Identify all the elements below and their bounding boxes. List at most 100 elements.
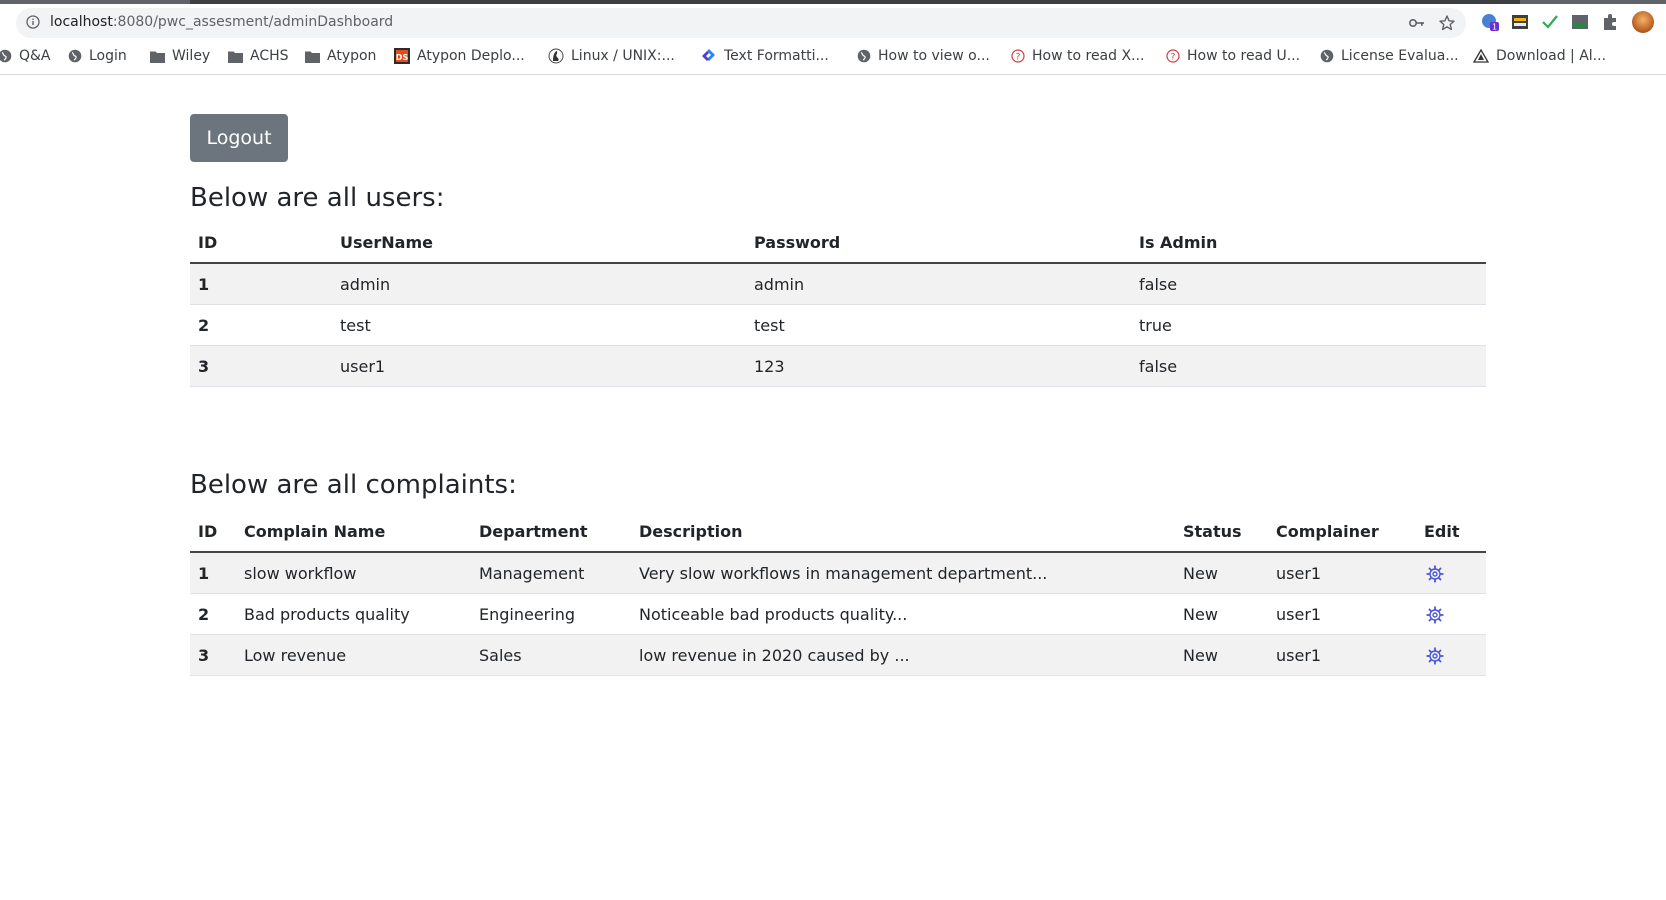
bookmark-how-to-read-x[interactable]: ? How to read X...	[1011, 46, 1144, 66]
bookmark-label: Q&A	[19, 48, 51, 64]
bookmark-folder-wiley[interactable]: Wiley	[150, 46, 210, 66]
complaint-complainer: user1	[1268, 634, 1416, 676]
user-username: user1	[332, 345, 746, 387]
ds-icon: DS	[394, 48, 410, 64]
bookmark-login[interactable]: Login	[68, 46, 127, 66]
bookmark-label: Wiley	[172, 48, 211, 64]
table-row: 3 Low revenue Sales low revenue in 2020 …	[190, 634, 1486, 676]
bookmark-qa[interactable]: Q&A	[0, 46, 51, 66]
profile-avatar[interactable]	[1632, 11, 1654, 33]
complaints-table: ID Complain Name Department Description …	[190, 511, 1486, 676]
folder-icon	[150, 51, 165, 63]
table-row: 1 admin admin false	[190, 263, 1486, 305]
column-header-password: Password	[746, 222, 1131, 264]
puzzle-extensions-icon[interactable]	[1600, 12, 1620, 32]
bookmark-text-formatting[interactable]: Text Formatti...	[701, 46, 829, 66]
user-username: test	[332, 304, 746, 346]
complaint-name: Low revenue	[236, 634, 471, 676]
complaint-department: Engineering	[471, 593, 631, 635]
bookmark-atypon-deploy[interactable]: DS Atypon Deplo...	[394, 46, 525, 66]
logout-button[interactable]: Logout	[190, 114, 288, 162]
users-table: ID UserName Password Is Admin 1 admin ad…	[190, 222, 1486, 387]
complaint-status: New	[1175, 593, 1268, 635]
user-password: admin	[746, 263, 1131, 305]
globe-icon	[68, 49, 82, 63]
download-icon	[1473, 49, 1489, 63]
complaint-name: Bad products quality	[236, 593, 471, 635]
user-is-admin: false	[1131, 345, 1486, 387]
bookmark-folder-achs[interactable]: ACHS	[228, 46, 289, 66]
user-username: admin	[332, 263, 746, 305]
translate-extension-icon[interactable]: 1	[1480, 12, 1500, 32]
bookmark-download[interactable]: Download | Al...	[1473, 46, 1606, 66]
bookmark-folder-atypon[interactable]: Atypon	[305, 46, 376, 66]
bookmark-label: Login	[89, 48, 127, 64]
check-extension-icon[interactable]	[1540, 12, 1560, 32]
film-extension-icon[interactable]	[1510, 12, 1530, 32]
user-is-admin: true	[1131, 304, 1486, 346]
svg-text:?: ?	[1016, 53, 1021, 63]
extension-badge: 1	[1492, 23, 1497, 32]
bookmark-license-evaluation[interactable]: License Evalua...	[1320, 46, 1459, 66]
bookmark-label: How to view o...	[878, 48, 990, 64]
help-icon: ?	[1166, 49, 1180, 63]
complaint-description: low revenue in 2020 caused by ...	[631, 634, 1175, 676]
gear-icon[interactable]	[1426, 647, 1444, 665]
url-text[interactable]: localhost:8080/pwc_assesment/adminDashbo…	[50, 14, 393, 30]
complaint-department: Management	[471, 552, 631, 594]
column-header-edit: Edit	[1416, 511, 1486, 553]
edit-cell	[1416, 634, 1486, 676]
folder-icon	[305, 51, 320, 63]
complaint-id: 1	[190, 552, 236, 594]
bookmark-linux-unix[interactable]: Linux / UNIX:...	[548, 46, 675, 66]
svg-text:?: ?	[1171, 53, 1176, 63]
bookmark-label: License Evalua...	[1341, 48, 1459, 64]
complaint-name: slow workflow	[236, 552, 471, 594]
url-path: :8080/pwc_assesment/adminDashboard	[112, 14, 394, 30]
bookmark-how-to-read-u[interactable]: ? How to read U...	[1166, 46, 1300, 66]
url-host: localhost	[50, 14, 113, 30]
edit-cell	[1416, 552, 1486, 594]
gear-icon[interactable]	[1426, 606, 1444, 624]
globe-icon	[1320, 49, 1334, 63]
column-header-id: ID	[190, 511, 236, 553]
bookmark-label: Download | Al...	[1496, 48, 1607, 64]
info-icon[interactable]	[26, 15, 40, 29]
column-header-id: ID	[190, 222, 332, 264]
bookmark-how-to-view[interactable]: How to view o...	[857, 46, 990, 66]
bookmark-label: Atypon Deplo...	[417, 48, 525, 64]
column-header-complain-name: Complain Name	[236, 511, 471, 553]
help-icon: ?	[1011, 49, 1025, 63]
address-bar[interactable]: localhost:8080/pwc_assesment/adminDashbo…	[16, 8, 1466, 38]
complaint-complainer: user1	[1268, 593, 1416, 635]
browser-toolbar: localhost:8080/pwc_assesment/adminDashbo…	[0, 4, 1666, 40]
user-password: test	[746, 304, 1131, 346]
user-is-admin: false	[1131, 263, 1486, 305]
linux-icon	[548, 48, 564, 64]
bookmark-label: ACHS	[250, 48, 289, 64]
bookmark-label: Linux / UNIX:...	[571, 48, 675, 64]
column-header-username: UserName	[332, 222, 746, 264]
bookmarks-bar: Q&A Login Wiley ACHS Atypon DS Atypon De…	[0, 40, 1666, 75]
new-extension-icon[interactable]	[1570, 12, 1590, 32]
edit-cell	[1416, 593, 1486, 635]
globe-icon	[0, 49, 12, 63]
column-header-description: Description	[631, 511, 1175, 553]
key-icon[interactable]	[1408, 14, 1426, 32]
gear-icon[interactable]	[1426, 565, 1444, 583]
user-id: 3	[190, 345, 332, 387]
users-heading: Below are all users:	[190, 183, 445, 213]
complaints-heading: Below are all complaints:	[190, 470, 517, 500]
star-icon[interactable]	[1438, 14, 1456, 32]
user-password: 123	[746, 345, 1131, 387]
folder-icon	[228, 51, 243, 63]
complaint-id: 3	[190, 634, 236, 676]
table-row: 1 slow workflow Management Very slow wor…	[190, 552, 1486, 594]
complaint-description: Very slow workflows in management depart…	[631, 552, 1175, 594]
bookmark-label: How to read U...	[1187, 48, 1301, 64]
table-row: 2 Bad products quality Engineering Notic…	[190, 593, 1486, 635]
bookmark-label: Atypon	[327, 48, 377, 64]
svg-text:DS: DS	[396, 53, 409, 62]
bookmark-label: How to read X...	[1032, 48, 1145, 64]
globe-icon	[857, 49, 871, 63]
